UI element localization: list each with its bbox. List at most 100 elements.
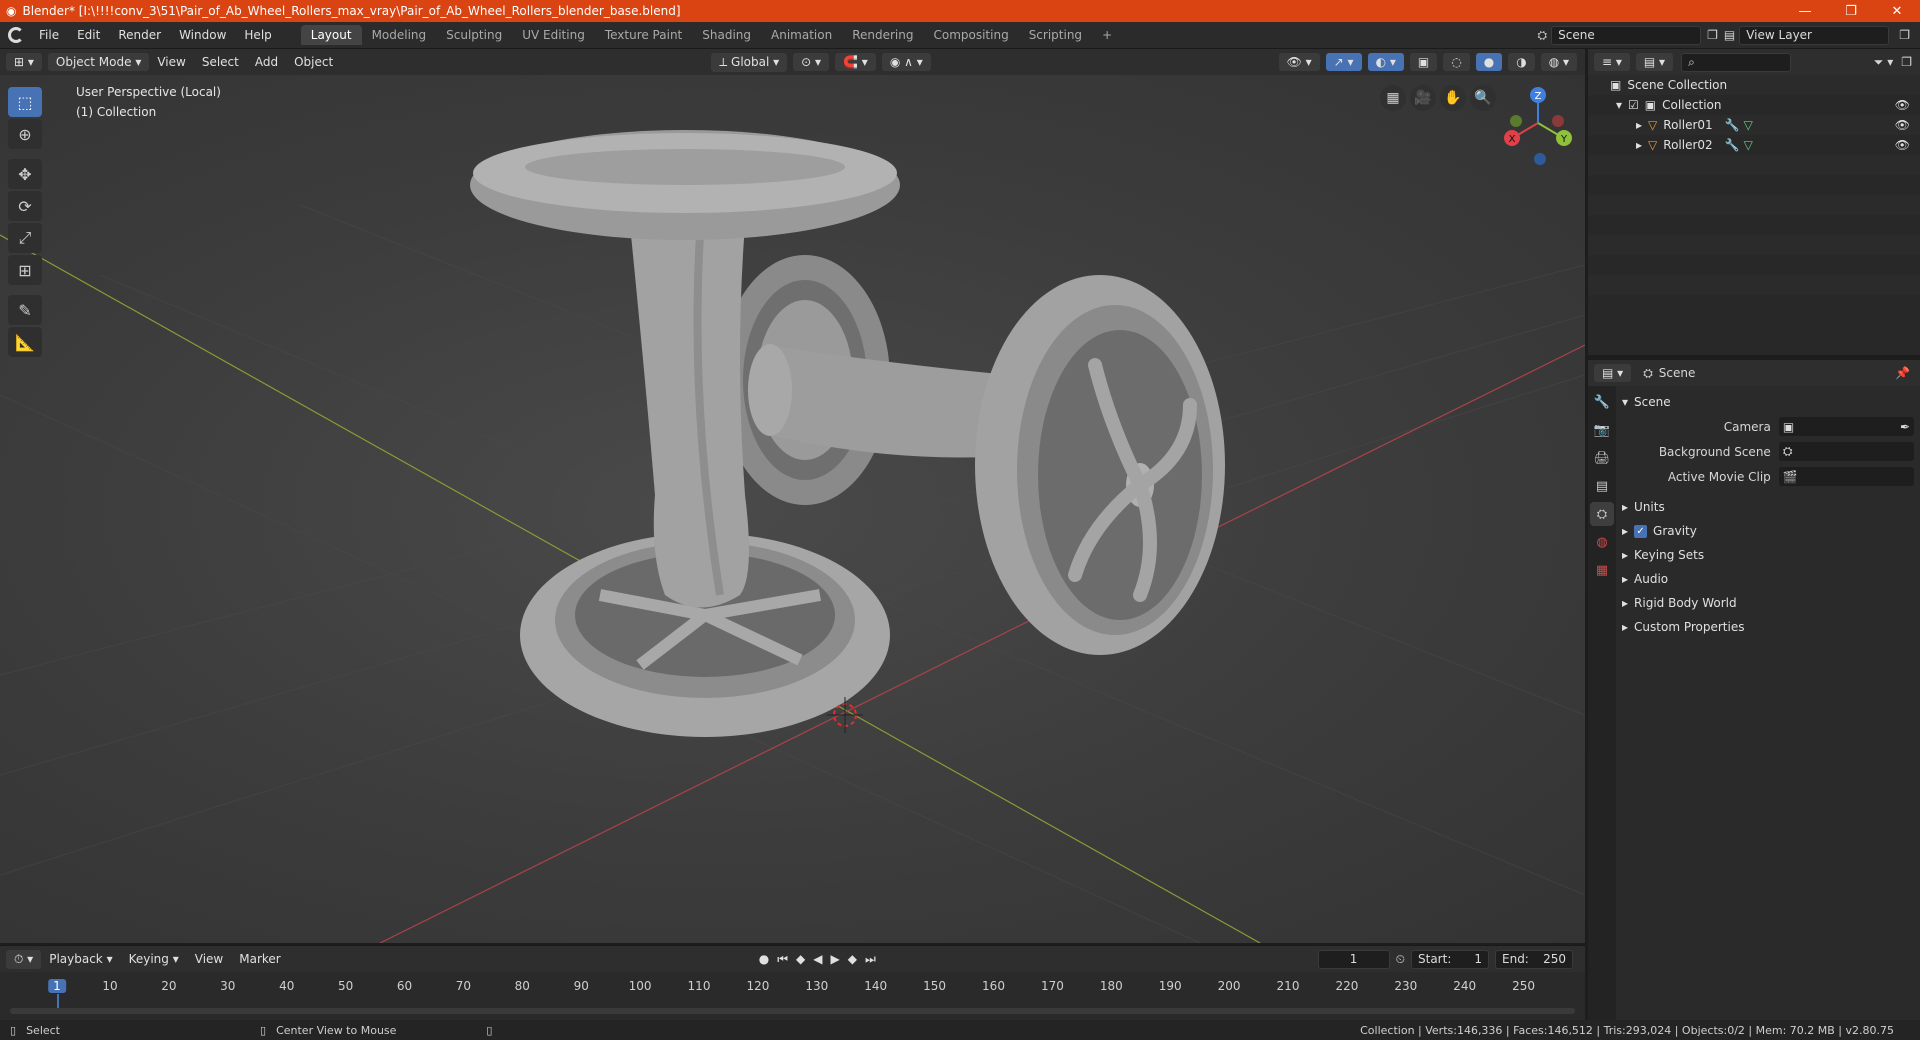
- new-scene-icon[interactable]: ❐: [1707, 28, 1718, 42]
- 3d-viewport[interactable]: Z Y X User Perspective (Local) (1) Colle…: [0, 75, 1585, 943]
- pin-icon[interactable]: 📌: [1895, 366, 1910, 380]
- rotate-tool-icon[interactable]: ⟳: [8, 191, 42, 221]
- gizmo-neg-z-icon[interactable]: [1534, 153, 1546, 165]
- custom-properties-section-header[interactable]: ▸ Custom Properties: [1622, 615, 1914, 639]
- properties-editor-type-button[interactable]: ▤ ▾: [1594, 364, 1632, 382]
- menu-render[interactable]: Render: [109, 28, 170, 42]
- gizmo-neg-y-icon[interactable]: [1510, 115, 1522, 127]
- outliner-row-roller01[interactable]: ▸ ▽ Roller01 🔧 ▽ 👁: [1588, 115, 1920, 135]
- timeline-panel[interactable]: ⏱ ▾ Playback ▾ Keying ▾ View Marker ● ⏮ …: [0, 945, 1585, 1020]
- grid-view-icon[interactable]: ▦: [1380, 85, 1406, 111]
- xray-icon[interactable]: ▣: [1409, 53, 1438, 71]
- scene-selector[interactable]: Scene: [1551, 25, 1702, 45]
- outliner-search-input[interactable]: ⌕: [1681, 52, 1792, 72]
- transform-tool-icon[interactable]: ⊞: [8, 255, 42, 285]
- eyedropper-icon[interactable]: ✒: [1900, 420, 1910, 434]
- texture-tab-icon[interactable]: ▦: [1590, 558, 1614, 582]
- visibility-icon[interactable]: 👁 ▾: [1278, 53, 1320, 71]
- expand-arrow-icon[interactable]: ▾: [1616, 98, 1622, 112]
- eye-icon[interactable]: 👁: [1895, 98, 1910, 112]
- maximize-button[interactable]: ❐: [1828, 4, 1874, 19]
- audio-section-header[interactable]: ▸ Audio: [1622, 567, 1914, 591]
- transform-orientation-selector[interactable]: ⟂ Global ▾: [711, 52, 788, 72]
- minimize-button[interactable]: —: [1782, 4, 1828, 19]
- annotate-tool-icon[interactable]: ✎: [8, 295, 42, 325]
- outliner-row-roller02[interactable]: ▸ ▽ Roller02 🔧 ▽ 👁: [1588, 135, 1920, 155]
- viewport-menu-add[interactable]: Add: [247, 55, 286, 69]
- gravity-section-header[interactable]: ▸ ✓ Gravity: [1622, 519, 1914, 543]
- shading-wireframe-icon[interactable]: ◌: [1443, 53, 1470, 71]
- pivot-point-icon[interactable]: ⊙ ▾: [793, 53, 830, 71]
- shading-rendered-icon[interactable]: ◍ ▾: [1540, 53, 1577, 71]
- shading-material-icon[interactable]: ◑: [1508, 53, 1535, 71]
- tool-tab-icon[interactable]: 🔧: [1590, 390, 1614, 414]
- menu-edit[interactable]: Edit: [68, 28, 109, 42]
- outliner-editor-type-button[interactable]: ≡ ▾: [1594, 53, 1630, 71]
- outliner-row-scene-collection[interactable]: ▣ Scene Collection: [1588, 75, 1920, 95]
- render-tab-icon[interactable]: 📷: [1590, 418, 1614, 442]
- gizmo-neg-x-icon[interactable]: [1552, 115, 1564, 127]
- view-layer-selector[interactable]: View Layer: [1739, 25, 1890, 45]
- roller02-front-wheel[interactable]: [975, 275, 1225, 655]
- viewport-menu-select[interactable]: Select: [194, 55, 247, 69]
- gizmo-toggle-icon[interactable]: ↗ ▾: [1325, 53, 1362, 71]
- checkbox-icon[interactable]: ☑: [1628, 98, 1639, 112]
- mesh-data-icon[interactable]: ▽: [1744, 138, 1753, 152]
- camera-field[interactable]: ▣ ✒: [1778, 417, 1914, 436]
- measure-tool-icon[interactable]: 📐: [8, 327, 42, 357]
- tab-rendering[interactable]: Rendering: [842, 25, 923, 45]
- active-movie-clip-field[interactable]: 🎬: [1778, 467, 1914, 486]
- gravity-checkbox[interactable]: ✓: [1634, 524, 1648, 538]
- background-scene-field[interactable]: ⛭: [1778, 442, 1914, 461]
- zoom-icon[interactable]: 🔍: [1470, 85, 1496, 111]
- viewport-menu-view[interactable]: View: [149, 55, 193, 69]
- eye-icon[interactable]: 👁: [1895, 118, 1910, 132]
- tab-scripting[interactable]: Scripting: [1019, 25, 1092, 45]
- timeline-playhead[interactable]: 1: [48, 979, 66, 993]
- tab-sculpting[interactable]: Sculpting: [436, 25, 512, 45]
- roller01-top-wheel[interactable]: [470, 130, 900, 240]
- blender-menu-icon[interactable]: [8, 27, 24, 43]
- tab-uv-editing[interactable]: UV Editing: [512, 25, 595, 45]
- navigation-gizmo[interactable]: Z Y X: [1504, 87, 1572, 165]
- keying-sets-section-header[interactable]: ▸ Keying Sets: [1622, 543, 1914, 567]
- cursor-tool-icon[interactable]: ⊕: [8, 119, 42, 149]
- mesh-data-icon[interactable]: ▽: [1744, 118, 1753, 132]
- units-section-header[interactable]: ▸ Units: [1622, 495, 1914, 519]
- mode-selector[interactable]: Object Mode ▾: [47, 53, 150, 71]
- scene-section-header[interactable]: ▾ Scene: [1622, 390, 1914, 414]
- modifier-wrench-icon[interactable]: 🔧: [1725, 118, 1740, 132]
- eye-icon[interactable]: 👁: [1895, 138, 1910, 152]
- pan-hand-icon[interactable]: ✋: [1440, 85, 1466, 111]
- modifier-wrench-icon[interactable]: 🔧: [1725, 138, 1740, 152]
- output-tab-icon[interactable]: 🖨: [1590, 446, 1614, 470]
- scene-tab-icon[interactable]: ⛭: [1590, 502, 1614, 526]
- close-button[interactable]: ✕: [1874, 4, 1920, 19]
- outliner-display-mode-button[interactable]: ▤ ▾: [1635, 53, 1674, 71]
- menu-window[interactable]: Window: [170, 28, 235, 42]
- tab-compositing[interactable]: Compositing: [923, 25, 1018, 45]
- viewport-menu-object[interactable]: Object: [286, 55, 341, 69]
- expand-arrow-icon[interactable]: ▸: [1636, 138, 1642, 152]
- tab-texture-paint[interactable]: Texture Paint: [595, 25, 692, 45]
- select-box-tool-icon[interactable]: ⬚: [8, 87, 42, 117]
- menu-help[interactable]: Help: [235, 28, 280, 42]
- timeline-scrollbar[interactable]: [10, 1008, 1575, 1014]
- rigid-body-world-section-header[interactable]: ▸ Rigid Body World: [1622, 591, 1914, 615]
- tab-animation[interactable]: Animation: [761, 25, 842, 45]
- menu-file[interactable]: File: [30, 28, 68, 42]
- move-tool-icon[interactable]: ✥: [8, 159, 42, 189]
- proportional-edit-icon[interactable]: ◉ ∧ ▾: [881, 53, 931, 71]
- tab-modeling[interactable]: Modeling: [362, 25, 437, 45]
- snap-icon[interactable]: 🧲 ▾: [835, 53, 876, 71]
- world-tab-icon[interactable]: ◍: [1590, 530, 1614, 554]
- camera-view-icon[interactable]: 🎥: [1410, 85, 1436, 111]
- new-view-layer-icon[interactable]: ❐: [1899, 28, 1910, 42]
- shading-solid-icon[interactable]: ●: [1475, 53, 1503, 71]
- add-workspace-button[interactable]: +: [1092, 25, 1122, 45]
- editor-type-button[interactable]: ⊞ ▾: [6, 53, 42, 71]
- tab-shading[interactable]: Shading: [692, 25, 761, 45]
- expand-arrow-icon[interactable]: ▸: [1636, 118, 1642, 132]
- filter-icon[interactable]: ⏷ ▾: [1874, 55, 1893, 70]
- tab-layout[interactable]: Layout: [300, 25, 362, 45]
